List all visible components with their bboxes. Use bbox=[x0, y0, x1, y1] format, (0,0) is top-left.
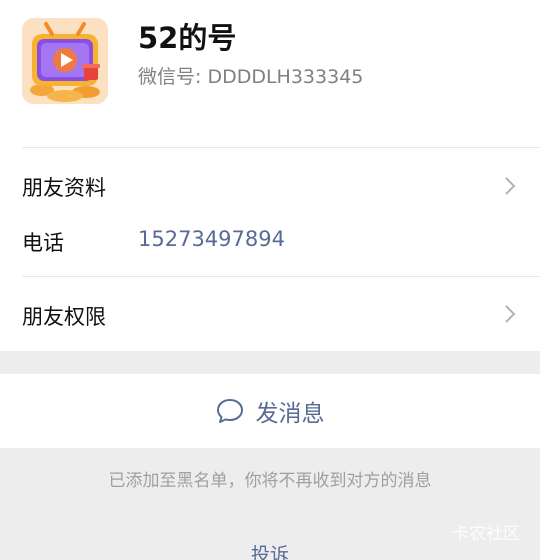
watermark: 卡农社区 bbox=[452, 524, 520, 544]
display-name: 52的号 bbox=[138, 21, 237, 55]
blacklist-notice: 已添加至黑名单，你将不再收到对方的消息 bbox=[108, 471, 432, 491]
friend-profile-label: 朋友资料 bbox=[22, 176, 106, 200]
send-message-label: 发消息 bbox=[255, 401, 325, 427]
chevron-right-icon bbox=[505, 177, 516, 195]
send-message-content: 发消息 bbox=[0, 374, 540, 448]
friend-permissions-row[interactable]: 朋友权限 bbox=[0, 277, 540, 351]
chat-bubble-icon bbox=[216, 399, 243, 423]
chevron-right-icon bbox=[505, 305, 516, 323]
friend-permissions-label: 朋友权限 bbox=[22, 305, 106, 329]
wechat-id: 微信号: DDDDLH333345 bbox=[138, 66, 364, 88]
friend-profile-row[interactable]: 朋友资料 bbox=[0, 148, 540, 224]
video-app-icon bbox=[22, 18, 108, 104]
phone-row: 电话 15273497894 bbox=[0, 224, 540, 276]
phone-number-link[interactable]: 15273497894 bbox=[138, 227, 285, 251]
avatar[interactable] bbox=[22, 18, 108, 104]
section-gap bbox=[0, 351, 540, 374]
phone-label: 电话 bbox=[22, 231, 64, 255]
send-message-button[interactable]: 发消息 bbox=[0, 374, 540, 448]
profile-header: 52的号 微信号: DDDDLH333345 bbox=[0, 0, 540, 148]
contact-profile-page: 52的号 微信号: DDDDLH333345 朋友资料 电话 152734978… bbox=[0, 0, 540, 560]
